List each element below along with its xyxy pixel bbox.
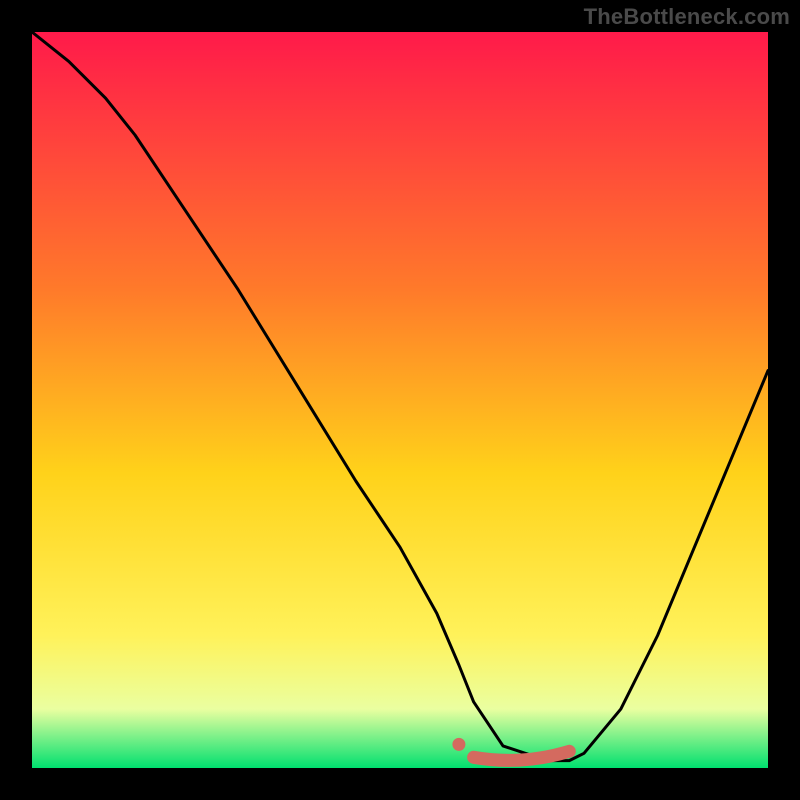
chart-frame: TheBottleneck.com [0, 0, 800, 800]
chart-canvas [0, 0, 800, 800]
optimal-start-dot [452, 738, 465, 751]
plot-background [32, 32, 768, 768]
